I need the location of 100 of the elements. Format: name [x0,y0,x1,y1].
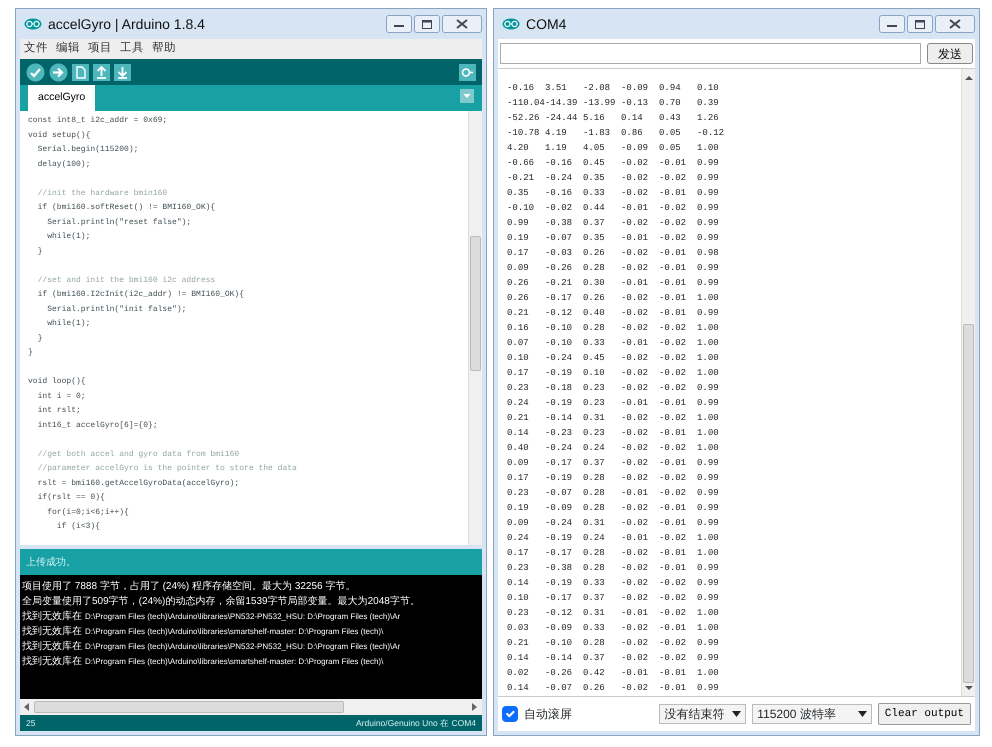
line-ending-dropdown[interactable]: 没有结束符 [659,704,746,724]
maximize-button[interactable] [907,15,933,33]
serial-value: 0.26 [583,247,606,260]
serial-value: -0.02 [659,172,688,185]
code-comment: //init the hardware bmin160 [36,188,168,200]
caret-icon[interactable] [858,711,867,717]
menu-item[interactable]: 工具 [120,40,144,58]
close-button[interactable] [935,15,975,33]
serial-value: 0.24 [507,397,530,410]
serial-value: -0.16 [545,187,574,200]
scroll-arrow-icon[interactable] [24,703,30,711]
verify-check-icon[interactable] [26,62,45,82]
window-title: accelGyro | Arduino 1.8.4 [48,14,205,34]
serial-value: 0.10 [697,82,720,95]
serial-value: 0.86 [621,127,644,140]
serial-value: 0.30 [583,277,606,290]
tab-menu-caret-icon[interactable] [460,89,474,103]
console-warning-text: 找到无效库在 [22,611,82,622]
serial-value: 0.37 [583,592,606,605]
code-line: } [36,246,44,258]
serial-value: -0.24 [545,352,574,365]
serial-value: 0.99 [697,502,720,515]
serial-value: 0.44 [583,202,606,215]
serial-value: 0.21 [507,412,530,425]
serial-value: -0.24 [545,442,574,455]
serial-value: -10.78 [507,127,540,140]
file-tab[interactable]: accelGyro [28,85,96,111]
serial-value: 0.23 [507,562,530,575]
serial-value: -0.07 [545,487,574,500]
serial-value: -0.02 [621,502,650,515]
menu-item[interactable]: 文件 [24,40,48,58]
caret-icon[interactable] [732,711,742,717]
serial-value: 1.00 [697,322,720,335]
maximize-icon[interactable] [915,20,925,28]
serial-value: -0.19 [545,472,574,485]
serial-value: 0.14 [507,427,530,440]
serial-monitor-search-icon[interactable] [459,64,476,80]
code-line: Serial.println("reset false"); [46,216,192,228]
autoscroll-label: 自动滚屏 [524,706,572,723]
vertical-scrollbar[interactable] [961,69,975,696]
serial-value: 0.17 [507,367,530,380]
send-button[interactable]: 发送 [927,43,973,64]
down-arrow-icon[interactable] [114,64,131,80]
serial-value: 0.94 [659,82,682,95]
serial-value: 0.35 [583,172,606,185]
library-path-text: D:\Program Files (tech)\Arduino\libraries\smartshelf-master: D:\Program Files (tech)\ [85,657,384,666]
horizontal-scrollbar[interactable] [20,699,482,715]
serial-value: -0.13 [621,97,650,110]
serial-value: -0.02 [621,322,650,335]
serial-value: 0.99 [697,472,720,485]
serial-value: -0.02 [621,472,650,485]
maximize-icon[interactable] [422,20,432,28]
serial-value: -0.02 [621,352,650,365]
serial-value: 1.26 [697,112,720,125]
serial-value: 0.23 [583,382,606,395]
scroll-arrow-icon[interactable] [472,703,478,711]
scroll-arrow-icon[interactable] [964,73,972,83]
library-path-text: D:\Program Files (tech)\Arduino\libraries\PN532-PN532_HSU: D:\Program Files (tech)\Ar [85,642,400,651]
serial-value: 1.00 [697,292,720,305]
serial-value: -0.01 [659,547,688,560]
serial-value: 0.31 [583,517,606,530]
close-icon[interactable] [456,19,468,29]
minimize-button[interactable] [386,15,412,33]
serial-value: -0.01 [659,562,688,575]
autoscroll-checkbox[interactable] [502,706,518,722]
serial-value: 0.42 [583,667,606,680]
maximize-button[interactable] [414,15,440,33]
serial-value: -0.02 [621,637,650,650]
menu-item[interactable]: 帮助 [152,40,176,58]
serial-value: 0.33 [583,187,606,200]
menu-item[interactable]: 编辑 [56,40,80,58]
new-file-icon[interactable] [72,64,89,80]
console-warning-text: 找到无效库在 [22,641,82,652]
vertical-scrollbar[interactable] [468,111,482,545]
serial-value: -0.02 [621,652,650,665]
code-comment: //parameter accelGyro is the pointer to store the data [36,463,298,475]
serial-value: 0.23 [583,427,606,440]
serial-value: 0.99 [697,217,720,230]
close-icon[interactable] [949,19,961,29]
serial-value: 0.14 [507,682,530,695]
scroll-arrow-icon[interactable] [964,683,972,693]
serial-value: -0.02 [621,622,650,635]
serial-value: -0.02 [621,217,650,230]
clear-output-button[interactable]: Clear output [878,703,971,725]
serial-value: -0.02 [659,472,688,485]
minimize-button[interactable] [879,15,905,33]
close-button[interactable] [442,15,482,33]
up-arrow-icon[interactable] [93,64,110,80]
menu-item[interactable]: 项目 [88,40,112,58]
send-input-field[interactable] [500,43,921,64]
serial-value: 0.99 [697,172,720,185]
serial-value: 0.05 [659,142,682,155]
baud-rate-dropdown[interactable]: 115200 波特率 [752,704,872,724]
code-line: Serial.println("init false"); [46,304,188,316]
serial-value: 0.23 [507,382,530,395]
serial-value: 1.00 [697,337,720,350]
app-logo-icon [24,18,42,30]
serial-value: -0.02 [621,682,650,695]
serial-value: 0.99 [697,637,720,650]
serial-value: -0.02 [659,652,688,665]
